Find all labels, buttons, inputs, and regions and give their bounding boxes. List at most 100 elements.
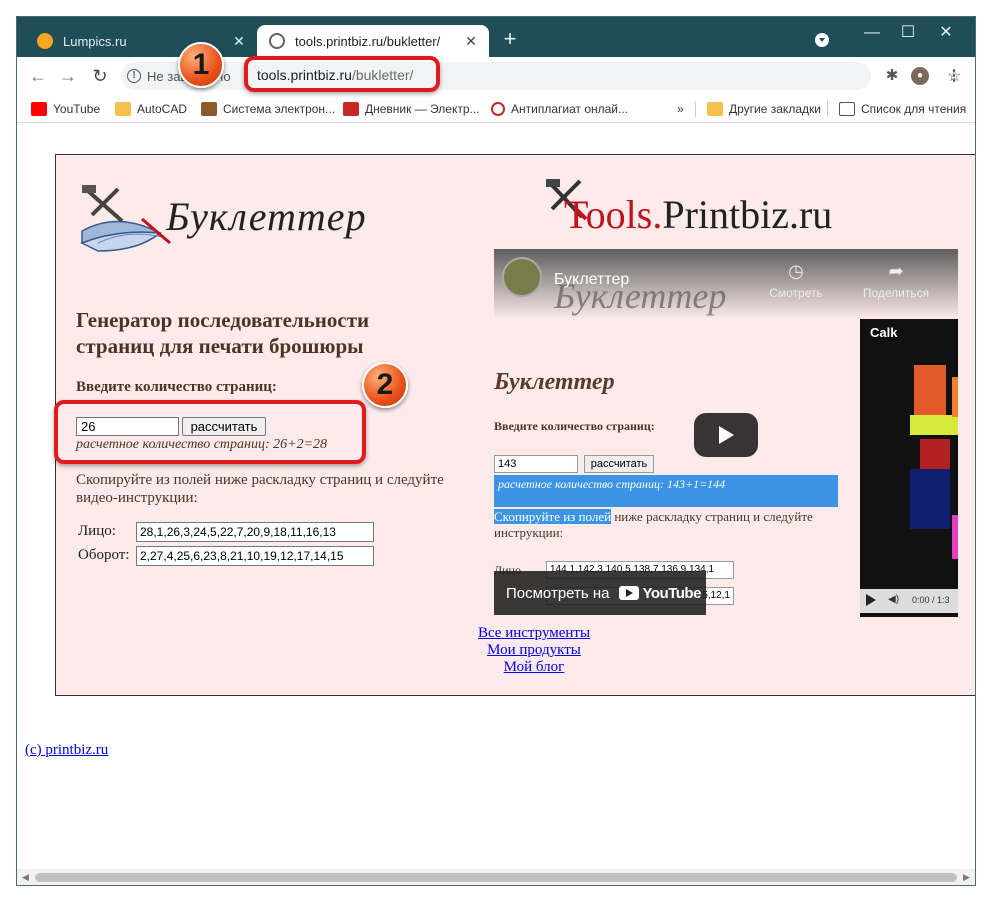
calk-block xyxy=(910,469,950,529)
link-my-products[interactable]: Мои продукты xyxy=(456,642,612,659)
calk-player-bar: ◀) 0:00 / 1:3 xyxy=(860,589,958,613)
minimize-button[interactable]: — xyxy=(857,21,887,45)
separator xyxy=(827,101,828,117)
video-calk-window: Calk ◀) 0:00 / 1:3 xyxy=(860,319,958,617)
back-button[interactable]: ← xyxy=(25,63,51,89)
scrollbar-thumb[interactable] xyxy=(35,873,957,882)
video-pages-label: Введите количество страниц: xyxy=(494,419,655,433)
front-side-label: Лицо: xyxy=(78,523,116,539)
close-icon[interactable]: ✕ xyxy=(229,33,249,50)
youtube-icon xyxy=(31,102,47,116)
clock-icon: ◷ xyxy=(788,261,804,281)
footer-links: Все инструменты Мои продукты Мой блог xyxy=(456,625,612,676)
maximize-button[interactable]: ☐ xyxy=(893,21,923,45)
folder-icon xyxy=(115,102,131,116)
page-title: Генератор последовательности страниц для… xyxy=(76,308,370,358)
video-instructions: Скопируйте из полей ниже раскладку стран… xyxy=(494,509,844,541)
bookmark-autocad[interactable]: AutoCAD xyxy=(115,100,187,118)
video-heading: Буклеттер xyxy=(494,369,615,395)
front-side-field[interactable] xyxy=(136,522,374,542)
video-instr-highlight: Скопируйте из полей xyxy=(494,509,612,524)
calk-time: 0:00 / 1:3 xyxy=(912,595,950,605)
bukletter-logo-text: Буклеттер xyxy=(166,194,367,239)
tab-search-icon[interactable] xyxy=(815,33,829,47)
play-icon xyxy=(866,594,876,606)
page-viewport: Буклеттер Tools.Printbiz.ru Генератор по… xyxy=(17,124,975,869)
menu-kebab-icon[interactable]: ⋮ xyxy=(945,67,963,85)
reading-list-icon xyxy=(839,102,855,116)
forward-button[interactable]: → xyxy=(55,63,81,89)
globe-icon xyxy=(269,33,285,49)
logo-dark-part: Printbiz.ru xyxy=(662,192,833,237)
calk-block xyxy=(914,365,946,415)
toolbar: ← → ↻ ! Не защищено tools.printbiz.ru/bu… xyxy=(17,57,975,95)
link-all-tools[interactable]: Все инструменты xyxy=(456,625,612,642)
bookmark-label: Система электрон... xyxy=(223,102,336,116)
bookmarks-bar: YouTube AutoCAD Система электрон... Днев… xyxy=(17,95,975,123)
reload-button[interactable]: ↻ xyxy=(87,63,113,89)
bookmark-label: Дневник — Электр... xyxy=(365,102,480,116)
bookmark-label: AutoCAD xyxy=(137,102,188,116)
calk-block xyxy=(952,515,958,559)
new-tab-button[interactable]: + xyxy=(497,27,523,53)
video-result-text: расчетное количество страниц: 143+1=144 xyxy=(498,477,726,491)
antiplagiat-icon xyxy=(491,102,505,116)
diary-icon xyxy=(343,102,359,116)
video-play-button[interactable] xyxy=(694,413,758,457)
info-icon: ! xyxy=(127,69,141,83)
back-side-label: Оборот: xyxy=(78,547,130,563)
printbiz-logo-text: Tools.Printbiz.ru xyxy=(564,191,832,238)
copyright-link[interactable]: (c) printbiz.ru xyxy=(25,742,108,759)
video-title[interactable]: Буклеттер xyxy=(554,271,629,289)
channel-avatar[interactable] xyxy=(502,257,542,297)
close-window-button[interactable]: ✕ xyxy=(931,21,961,45)
title-bar: Lumpics.ru ✕ tools.printbiz.ru/bukletter… xyxy=(17,17,975,57)
bookmark-youtube[interactable]: YouTube xyxy=(31,100,100,118)
youtube-play-icon xyxy=(619,586,640,600)
back-side-field[interactable] xyxy=(136,546,374,566)
bookmark-label: YouTube xyxy=(53,102,101,116)
bookmark-other[interactable]: Другие закладки xyxy=(707,100,821,118)
watch-on-youtube-button[interactable]: Посмотреть на YouTube xyxy=(494,571,706,615)
scroll-left-icon[interactable]: ◀ xyxy=(22,872,29,883)
share-arrow-icon: ➦ xyxy=(888,261,904,281)
video-calc-button: рассчитать xyxy=(584,455,654,473)
horizontal-scrollbar[interactable]: ◀ ▶ xyxy=(17,869,975,885)
video-pages-input: 143 xyxy=(494,455,578,473)
pages-count-label: Введите количество страниц: xyxy=(76,379,277,395)
close-icon[interactable]: ✕ xyxy=(461,33,481,50)
tab-printbiz[interactable]: tools.printbiz.ru/bukletter/ ✕ xyxy=(257,25,489,57)
step-badge-1: 1 xyxy=(178,42,224,88)
watch-later-button[interactable]: ◷ Смотреть xyxy=(764,261,828,300)
tab-lumpics[interactable]: Lumpics.ru ✕ xyxy=(25,25,257,57)
calk-block xyxy=(952,377,958,417)
address-bar[interactable]: ! Не защищено tools.printbiz.ru/buklette… xyxy=(121,62,961,90)
share-button[interactable]: ➦ Поделиться xyxy=(854,261,938,300)
bookmark-system[interactable]: Система электрон... xyxy=(201,100,335,118)
bookmark-label: Антиплагиат онлай... xyxy=(511,102,629,116)
calk-title: Calk xyxy=(870,325,898,340)
bookmark-antiplagiat[interactable]: Антиплагиат онлай... xyxy=(491,100,628,118)
bookmark-label: Список для чтения xyxy=(861,102,967,116)
watch-on-label: Посмотреть на xyxy=(506,584,610,602)
watch-later-label: Смотреть xyxy=(769,286,823,300)
input-highlight-box xyxy=(54,400,366,464)
share-label: Поделиться xyxy=(862,286,930,300)
reading-list-button[interactable]: Список для чтения xyxy=(839,100,966,118)
step-badge-2: 2 xyxy=(362,362,408,408)
extensions-puzzle-icon[interactable]: ✱ xyxy=(883,67,901,85)
separator xyxy=(695,101,696,117)
calk-block xyxy=(910,415,958,435)
youtube-embed[interactable]: Буклеттер Буклеттер ◷ Смотреть ➦ Поделитьс… xyxy=(494,249,958,617)
bookmark-diary[interactable]: Дневник — Электр... xyxy=(343,100,480,118)
folder-icon xyxy=(707,102,723,116)
youtube-logo: YouTube xyxy=(619,584,701,602)
scroll-right-icon[interactable]: ▶ xyxy=(963,872,970,883)
bookmarks-overflow-button[interactable]: » xyxy=(677,100,684,118)
youtube-wordmark: YouTube xyxy=(642,584,701,602)
calk-block xyxy=(920,439,950,469)
volume-icon: ◀) xyxy=(888,594,900,605)
link-my-blog[interactable]: Мой блог xyxy=(456,659,612,676)
logo-red-part: Tools. xyxy=(564,192,663,237)
profile-avatar[interactable]: ● xyxy=(911,67,929,85)
